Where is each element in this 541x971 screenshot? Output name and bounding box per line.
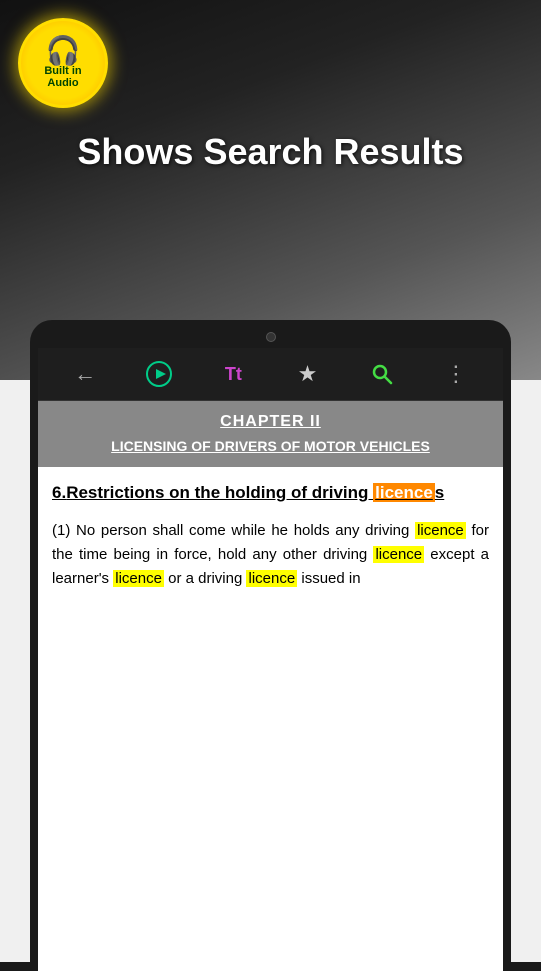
highlight-licence-2: licence bbox=[373, 546, 424, 563]
bookmark-button[interactable]: ★ bbox=[290, 356, 326, 392]
body-text: (1) No person shall come while he holds … bbox=[38, 513, 503, 597]
section-number: 6. bbox=[52, 483, 66, 502]
headphone-icon: 🎧 bbox=[46, 37, 81, 65]
audio-badge: 🎧 Built inAudio bbox=[18, 18, 108, 108]
toolbar: ← Tt ★ ⋮ bbox=[38, 348, 503, 401]
highlight-licence-1: licence bbox=[415, 522, 466, 539]
chapter-title: CHAPTER II bbox=[54, 413, 487, 431]
title-area: Shows Search Results bbox=[0, 130, 541, 173]
camera-dot bbox=[266, 332, 276, 342]
page-title: Shows Search Results bbox=[0, 130, 541, 173]
badge-text: Built inAudio bbox=[44, 65, 81, 89]
heading-highlight: licence bbox=[373, 483, 435, 502]
highlight-licence-3: licence bbox=[113, 570, 164, 587]
text-size-button[interactable]: Tt bbox=[215, 356, 251, 392]
search-button[interactable] bbox=[364, 356, 400, 392]
play-button[interactable] bbox=[141, 356, 177, 392]
highlight-licence-4: licence bbox=[246, 570, 297, 587]
book-content: CHAPTER II LICENSING OF DRIVERS OF MOTOR… bbox=[38, 401, 503, 971]
back-button[interactable]: ← bbox=[67, 356, 103, 392]
section-heading: 6.Restrictions on the holding of driving… bbox=[38, 467, 503, 513]
device-frame: ← Tt ★ ⋮ CHAPTER II LICENSING bbox=[30, 320, 511, 962]
chapter-subtitle: LICENSING OF DRIVERS OF MOTOR VEHICLES bbox=[54, 437, 487, 455]
chapter-header: CHAPTER II LICENSING OF DRIVERS OF MOTOR… bbox=[38, 401, 503, 467]
more-button[interactable]: ⋮ bbox=[438, 356, 474, 392]
